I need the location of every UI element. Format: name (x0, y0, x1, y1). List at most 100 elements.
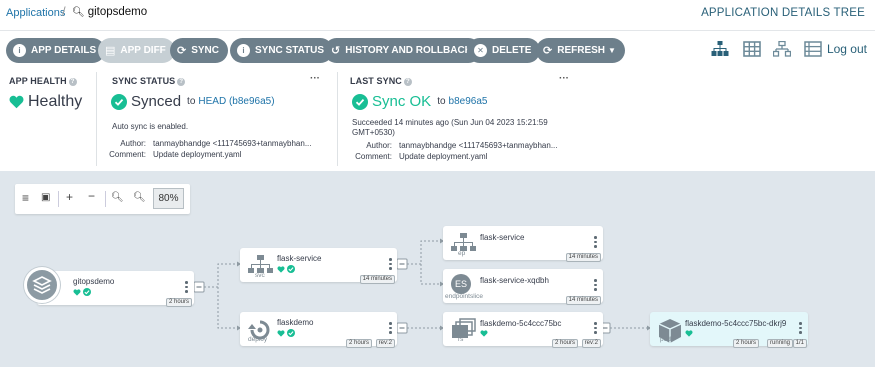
comment-value: Update deployment.yaml (153, 150, 242, 159)
node-menu-icon[interactable] (389, 322, 392, 336)
comment-label: Comment: (355, 152, 392, 161)
node-status (685, 330, 693, 337)
last-sync-target-link[interactable]: b8e96a5 (449, 96, 488, 107)
node-kind: endpointslice (445, 293, 483, 300)
age-tag: 14 minutes (565, 296, 601, 305)
check-circle-icon (83, 288, 91, 296)
last-sync-heading: LAST SYNC? (350, 76, 412, 86)
breadcrumb-applications-link[interactable]: Applications (6, 7, 65, 19)
last-sync-comment-row: Comment: Update deployment.yaml (342, 152, 487, 161)
heart-icon (9, 95, 24, 109)
tree-view-icon[interactable] (711, 41, 729, 57)
node-menu-icon[interactable] (799, 322, 802, 336)
pod-status-tag: running (766, 339, 793, 348)
heart-icon (685, 330, 693, 337)
node-name: flaskdemo (277, 318, 314, 327)
app-health-heading: APP HEALTH? (9, 76, 77, 86)
node-menu-icon[interactable] (594, 322, 597, 336)
pod-node[interactable]: pod flaskdemo-5c4ccc75bc-dkrj9 2 hours r… (650, 312, 808, 348)
refresh-button[interactable]: ⟳ REFRESH ▼ (536, 38, 625, 63)
app-diff-button[interactable]: ▤ APP DIFF (98, 38, 175, 63)
age-tag: 2 hours (345, 339, 372, 348)
age-tag: 2 hours (551, 339, 578, 348)
node-name: flask-service-xqdbh (480, 276, 549, 285)
delete-button[interactable]: ✕ DELETE (467, 38, 541, 63)
history-rollback-button[interactable]: ↺ HISTORY AND ROLLBACK (324, 38, 481, 63)
app-details-button[interactable]: i APP DETAILS (6, 38, 106, 63)
sync-status-heading-label: SYNC STATUS (112, 76, 176, 86)
delete-label: DELETE (492, 45, 532, 56)
sync-target-link[interactable]: HEAD (b8e96a5) (198, 96, 274, 107)
node-status (480, 330, 488, 337)
heart-icon (480, 330, 488, 337)
replicaset-node[interactable]: rs flaskdemo-5c4ccc75bc 2 hours rev:2 (443, 312, 603, 348)
sync-comment-row: Comment: Update deployment.yaml (96, 150, 242, 159)
endpointslice-icon: ES (451, 274, 471, 294)
app-health-heading-label: APP HEALTH (9, 76, 67, 86)
heart-icon (73, 288, 81, 296)
age-tag: 2 hours (165, 298, 192, 307)
sync-status-label: SYNC STATUS (255, 45, 325, 56)
revision-tag: rev:2 (375, 339, 395, 348)
node-status (277, 265, 295, 273)
sync-label: SYNC (191, 45, 220, 56)
check-circle-icon (287, 329, 295, 337)
service-node[interactable]: svc flask-service 14 minutes (240, 248, 397, 284)
node-kind: pod (660, 336, 671, 343)
sync-status-text: Synced (131, 93, 182, 110)
age-tag: 14 minutes (565, 253, 601, 262)
more-options-icon[interactable]: ··· (310, 73, 320, 84)
top-bar: Applications / 🔍︎ gitopsdemo APPLICATION … (0, 0, 875, 30)
endpoints-node[interactable]: ep flask-service 14 minutes (443, 226, 603, 262)
sync-status-button[interactable]: i SYNC STATUS (230, 38, 334, 63)
node-name: gitopsdemo (73, 277, 115, 286)
app-details-label: APP DETAILS (31, 45, 97, 56)
network-view-icon[interactable] (773, 41, 791, 57)
app-health-value: Healthy (9, 93, 82, 111)
check-circle-icon (111, 93, 127, 110)
status-panel: APP HEALTH? Healthy SYNC STATUS? ··· Syn… (0, 68, 875, 171)
history-label: HISTORY AND ROLLBACK (345, 45, 472, 56)
node-menu-icon[interactable] (594, 236, 597, 250)
node-kind: rs (458, 336, 464, 343)
node-kind: ep (458, 250, 466, 257)
sync-status-section: SYNC STATUS? ··· Synced to HEAD (b8e96a5… (97, 68, 338, 168)
help-icon[interactable]: ? (68, 78, 77, 86)
app-node[interactable]: gitopsdemo 2 hours (37, 271, 194, 307)
heart-icon (277, 329, 285, 337)
file-icon: ▤ (105, 45, 116, 57)
app-health-text: Healthy (28, 93, 83, 110)
sync-button[interactable]: ⟳ SYNC (170, 38, 229, 63)
info-icon: i (237, 44, 250, 57)
node-kind: svc (255, 272, 265, 279)
node-name: flaskdemo-5c4ccc75bc-dkrj9 (685, 319, 787, 328)
comment-label: Comment: (109, 150, 146, 159)
help-icon[interactable]: ? (403, 78, 412, 86)
node-kind: deploy (248, 336, 268, 343)
list-view-icon[interactable] (804, 41, 822, 57)
node-menu-icon[interactable] (389, 258, 392, 272)
more-options-icon[interactable]: ··· (559, 73, 569, 84)
check-circle-icon (287, 265, 295, 273)
node-status (73, 288, 91, 296)
sync-status-value: Synced to HEAD (b8e96a5) (111, 93, 275, 110)
auto-sync-text: Auto sync is enabled. (112, 122, 189, 131)
last-sync-section: LAST SYNC? ··· Sync OK to b8e96a5 Succee… (338, 68, 578, 168)
close-icon: ✕ (474, 44, 487, 57)
breadcrumb-separator: / (62, 4, 66, 19)
page-title: APPLICATION DETAILS TREE (701, 7, 865, 19)
logout-link[interactable]: Log out (827, 42, 867, 56)
node-status (277, 329, 295, 337)
node-menu-icon[interactable] (185, 281, 188, 295)
deployment-node[interactable]: deploy flaskdemo 2 hours rev:2 (240, 312, 397, 348)
endpointslice-node[interactable]: ES endpointslice flask-service-xqdbh 14 … (443, 269, 603, 305)
caret-down-icon: ▼ (608, 46, 616, 55)
pods-view-icon[interactable] (743, 41, 761, 57)
node-menu-icon[interactable] (594, 279, 597, 293)
succeeded-tz: GMT+0530) (352, 128, 395, 137)
resource-tree-canvas[interactable]: ≡ ▣ + − 🔍︎ 🔍︎ 80% gitopsdemo 2 hours svc… (0, 171, 875, 367)
sync-to-label: to (187, 96, 196, 107)
author-label: Author: (366, 141, 392, 150)
help-icon[interactable]: ? (177, 78, 186, 86)
breadcrumb-app[interactable]: 🔍︎ gitopsdemo (72, 6, 147, 18)
